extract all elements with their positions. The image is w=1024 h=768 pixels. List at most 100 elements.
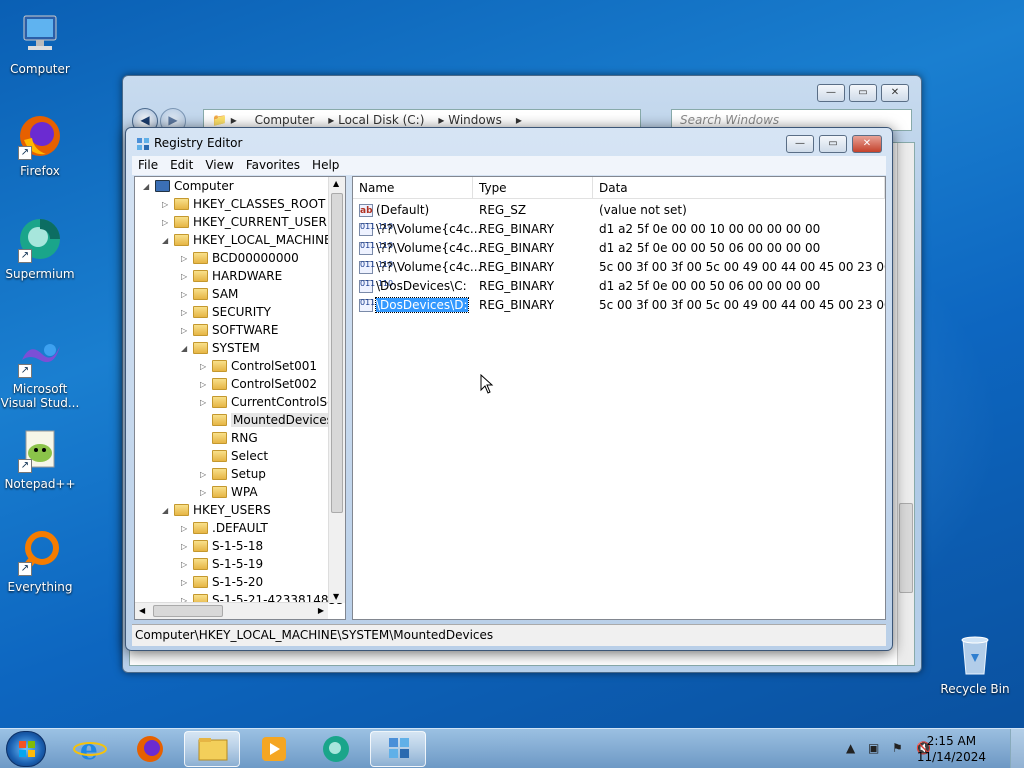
value-row[interactable]: ab (Default) REG_SZ (value not set) — [353, 201, 885, 220]
show-hidden-icons-icon[interactable]: ▲ — [846, 741, 855, 755]
expand-arrow-icon[interactable]: ◢ — [162, 502, 172, 520]
tree-node[interactable]: ▷ Setup — [200, 465, 266, 483]
tree-node[interactable]: ◢ HKEY_LOCAL_MACHINE — [162, 231, 332, 249]
tree-node[interactable]: ▷ .DEFAULT — [181, 519, 268, 537]
tree-node[interactable]: ▷ BCD00000000 — [181, 249, 299, 267]
value-row[interactable]: 011 110\DosDevices\D: REG_BINARY 5c 00 3f … — [353, 296, 885, 315]
expand-arrow-icon[interactable]: ▷ — [200, 394, 210, 412]
expand-arrow-icon[interactable]: ▷ — [181, 574, 191, 592]
menu-file[interactable]: File — [132, 156, 164, 175]
tree-node[interactable]: Select — [200, 447, 268, 465]
column-header-name[interactable]: Name — [353, 177, 473, 199]
tree-node[interactable]: ▷ S-1-5-20 — [181, 573, 263, 591]
tree-node[interactable]: ◢ SYSTEM — [181, 339, 260, 357]
taskbar-internet-explorer[interactable]: e — [62, 731, 118, 767]
system-clock[interactable]: 2:15 AM 11/14/2024 — [917, 733, 986, 765]
tree-node[interactable]: ◢ HKEY_USERS — [162, 501, 271, 519]
expand-arrow-icon[interactable]: ▷ — [181, 322, 191, 340]
scrollbar-thumb[interactable] — [153, 605, 223, 617]
tree-horizontal-scrollbar[interactable]: ◀ ▶ — [135, 602, 328, 619]
explorer-scrollbar[interactable] — [897, 143, 914, 665]
tree-node[interactable]: RNG — [200, 429, 258, 447]
desktop-icon-visual-studio[interactable]: ↗ Microsoft Visual Stud... — [0, 330, 80, 410]
desktop-icon-everything[interactable]: ↗ Everything — [0, 528, 80, 594]
expand-arrow-icon[interactable]: ◢ — [162, 232, 172, 250]
tree-vertical-scrollbar[interactable]: ▲ ▼ — [328, 177, 345, 603]
column-header-type[interactable]: Type — [473, 177, 593, 199]
expand-arrow-icon[interactable]: ▷ — [162, 196, 172, 214]
scroll-up-icon[interactable]: ▲ — [333, 179, 339, 188]
minimize-button[interactable]: — — [786, 135, 814, 153]
tree-node[interactable]: ▷ ControlSet002 — [200, 375, 317, 393]
scroll-down-icon[interactable]: ▼ — [333, 592, 339, 601]
tree-node[interactable]: ▷ ControlSet001 — [200, 357, 317, 375]
scrollbar-thumb[interactable] — [331, 193, 343, 513]
tree-node[interactable]: ◢ Computer — [143, 177, 234, 195]
menu-favorites[interactable]: Favorites — [240, 156, 306, 175]
value-data: d1 a2 5f 0e 00 00 10 00 00 00 00 00 — [599, 222, 821, 236]
values-list[interactable]: Name Type Data ab (Default) REG_SZ (value n… — [352, 176, 886, 620]
expand-arrow-icon[interactable]: ▷ — [181, 250, 191, 268]
expand-arrow-icon[interactable]: ▷ — [181, 556, 191, 574]
menu-edit[interactable]: Edit — [164, 156, 199, 175]
value-row[interactable]: 011 110\??\Volume{c4c... REG_BINARY 5c 00 … — [353, 258, 885, 277]
taskbar-firefox[interactable] — [122, 731, 178, 767]
close-button[interactable]: ✕ — [881, 84, 909, 102]
maximize-button[interactable]: ▭ — [849, 84, 877, 102]
tree-node[interactable]: MountedDevices — [200, 411, 335, 429]
action-center-flag-icon[interactable]: ⚑ — [892, 741, 903, 755]
show-desktop-button[interactable] — [1010, 729, 1024, 768]
registry-tree[interactable]: ◢ Computer ▷ HKEY_CLASSES_ROOT ▷ HKEY_CURRENT… — [134, 176, 346, 620]
scrollbar-thumb[interactable] — [899, 503, 913, 593]
expand-arrow-icon[interactable]: ▷ — [200, 484, 210, 502]
breadcrumb-windows[interactable]: Windows — [448, 113, 502, 127]
start-button[interactable] — [6, 731, 46, 767]
close-button[interactable]: ✕ — [852, 135, 882, 153]
desktop-icon-firefox[interactable]: ↗ Firefox — [0, 112, 80, 178]
expand-arrow-icon[interactable]: ▷ — [162, 214, 172, 232]
expand-arrow-icon[interactable]: ◢ — [143, 178, 153, 196]
desktop-icon-computer[interactable]: Computer — [0, 10, 80, 76]
expand-arrow-icon[interactable]: ▷ — [181, 268, 191, 286]
registry-editor-window[interactable]: Registry Editor — ▭ ✕ File Edit View Favori… — [125, 127, 893, 651]
column-header-data[interactable]: Data — [593, 177, 885, 199]
tree-node[interactable]: ▷ CurrentControlSet — [200, 393, 339, 411]
expand-arrow-icon[interactable]: ◢ — [181, 340, 191, 358]
value-row[interactable]: 011 110\??\Volume{c4c... REG_BINARY d1 a2 … — [353, 220, 885, 239]
network-icon[interactable]: ▣ — [868, 741, 879, 755]
minimize-button[interactable]: — — [817, 84, 845, 102]
expand-arrow-icon[interactable]: ▷ — [200, 358, 210, 376]
tree-node[interactable]: ▷ HKEY_CURRENT_USER — [162, 213, 327, 231]
folder-icon — [193, 575, 208, 588]
taskbar-explorer[interactable] — [184, 731, 240, 767]
expand-arrow-icon[interactable]: ▷ — [200, 466, 210, 484]
expand-arrow-icon[interactable]: ▷ — [181, 520, 191, 538]
breadcrumb-local-disk[interactable]: Local Disk (C:) — [338, 113, 424, 127]
menu-help[interactable]: Help — [306, 156, 345, 175]
tree-node[interactable]: ▷ SAM — [181, 285, 238, 303]
maximize-button[interactable]: ▭ — [819, 135, 847, 153]
tree-node[interactable]: ▷ WPA — [200, 483, 258, 501]
taskbar-media-player[interactable] — [246, 731, 302, 767]
tree-node[interactable]: ▷ S-1-5-18 — [181, 537, 263, 555]
taskbar-registry-editor[interactable] — [370, 731, 426, 767]
expand-arrow-icon[interactable]: ▷ — [181, 538, 191, 556]
tree-node[interactable]: ▷ HKEY_CLASSES_ROOT — [162, 195, 325, 213]
value-row[interactable]: 011 110\DosDevices\C: REG_BINARY d1 a2 5f … — [353, 277, 885, 296]
tree-node[interactable]: ▷ HARDWARE — [181, 267, 282, 285]
expand-arrow-icon[interactable]: ▷ — [200, 376, 210, 394]
scroll-right-icon[interactable]: ▶ — [318, 606, 324, 615]
taskbar-supermium[interactable] — [308, 731, 364, 767]
desktop-icon-recycle-bin[interactable]: Recycle Bin — [935, 630, 1015, 696]
scroll-left-icon[interactable]: ◀ — [139, 606, 145, 615]
desktop-icon-notepad-plus-plus[interactable]: ↗ Notepad++ — [0, 425, 80, 491]
breadcrumb-computer[interactable]: Computer — [255, 113, 315, 127]
menu-view[interactable]: View — [199, 156, 239, 175]
desktop-icon-supermium[interactable]: ↗ Supermium — [0, 215, 80, 281]
value-row[interactable]: 011 110\??\Volume{c4c... REG_BINARY d1 a2 … — [353, 239, 885, 258]
expand-arrow-icon[interactable]: ▷ — [181, 304, 191, 322]
expand-arrow-icon[interactable]: ▷ — [181, 286, 191, 304]
tree-node[interactable]: ▷ S-1-5-19 — [181, 555, 263, 573]
tree-node[interactable]: ▷ SOFTWARE — [181, 321, 278, 339]
tree-node[interactable]: ▷ SECURITY — [181, 303, 271, 321]
